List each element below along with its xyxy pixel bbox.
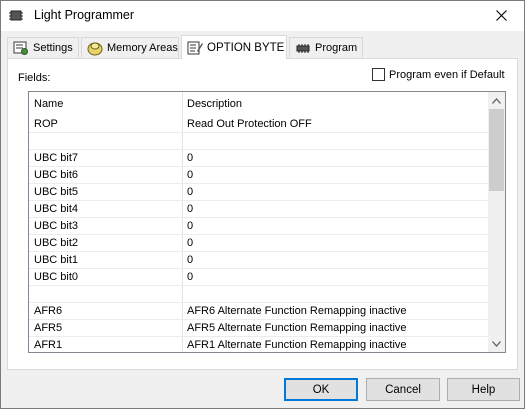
help-button[interactable]: Help	[447, 378, 520, 401]
chip-icon	[295, 40, 311, 56]
scroll-down-icon[interactable]	[488, 335, 505, 352]
list-row[interactable]	[29, 286, 490, 303]
option-byte-icon	[187, 40, 203, 56]
title-bar[interactable]: Light Programmer	[1, 1, 524, 31]
program-even-if-default-label: Program even if Default	[389, 68, 505, 81]
close-icon[interactable]	[479, 1, 524, 30]
scroll-thumb[interactable]	[489, 109, 504, 191]
list-row[interactable]: AFR6 AFR6 Alternate Function Remapping in…	[29, 303, 490, 320]
list-row[interactable]: UBC bit5 0	[29, 184, 490, 201]
tab-settings[interactable]: Settings	[7, 37, 79, 58]
list-header: Name Description	[29, 92, 490, 116]
list-row[interactable]: UBC bit3 0	[29, 218, 490, 235]
fields-list[interactable]: Name Description ROP Read Out Protection …	[28, 91, 506, 353]
list-row[interactable]: UBC bit2 0	[29, 235, 490, 252]
memory-areas-icon	[87, 40, 103, 56]
settings-icon	[13, 40, 29, 56]
cancel-button[interactable]: Cancel	[366, 378, 440, 401]
fields-label: Fields:	[18, 72, 51, 84]
tab-program[interactable]: Program	[289, 37, 363, 58]
list-row[interactable]: UBC bit1 0	[29, 252, 490, 269]
list-row[interactable]	[29, 133, 490, 150]
list-row[interactable]: AFR5 AFR5 Alternate Function Remapping in…	[29, 320, 490, 337]
vertical-scrollbar[interactable]	[488, 92, 505, 352]
window-title: Light Programmer	[34, 8, 135, 22]
light-programmer-window: Light Programmer Settings Memory Areas O…	[0, 0, 525, 409]
tab-memory-areas[interactable]: Memory Areas	[81, 37, 179, 58]
column-name-header[interactable]: Name	[34, 98, 63, 110]
tab-option-byte[interactable]: OPTION BYTE	[181, 35, 287, 59]
scroll-up-icon[interactable]	[488, 92, 505, 109]
list-row[interactable]: UBC bit7 0	[29, 150, 490, 167]
program-even-if-default-checkbox[interactable]: Program even if Default	[372, 68, 505, 81]
column-description-header[interactable]: Description	[187, 98, 242, 110]
chip-app-icon	[8, 9, 24, 22]
list-row[interactable]: UBC bit6 0	[29, 167, 490, 184]
list-row[interactable]: ROP Read Out Protection OFF	[29, 116, 490, 133]
ok-button[interactable]: OK	[284, 378, 358, 401]
list-row[interactable]: UBC bit4 0	[29, 201, 490, 218]
list-row[interactable]: UBC bit0 0	[29, 269, 490, 286]
list-row[interactable]: AFR1 AFR1 Alternate Function Remapping in…	[29, 337, 490, 352]
list-rows: ROP Read Out Protection OFF UBC bit7 0 UBC…	[29, 116, 490, 352]
checkbox-box[interactable]	[372, 68, 385, 81]
option-byte-panel: Fields: Program even if Default Name Des…	[7, 58, 518, 370]
